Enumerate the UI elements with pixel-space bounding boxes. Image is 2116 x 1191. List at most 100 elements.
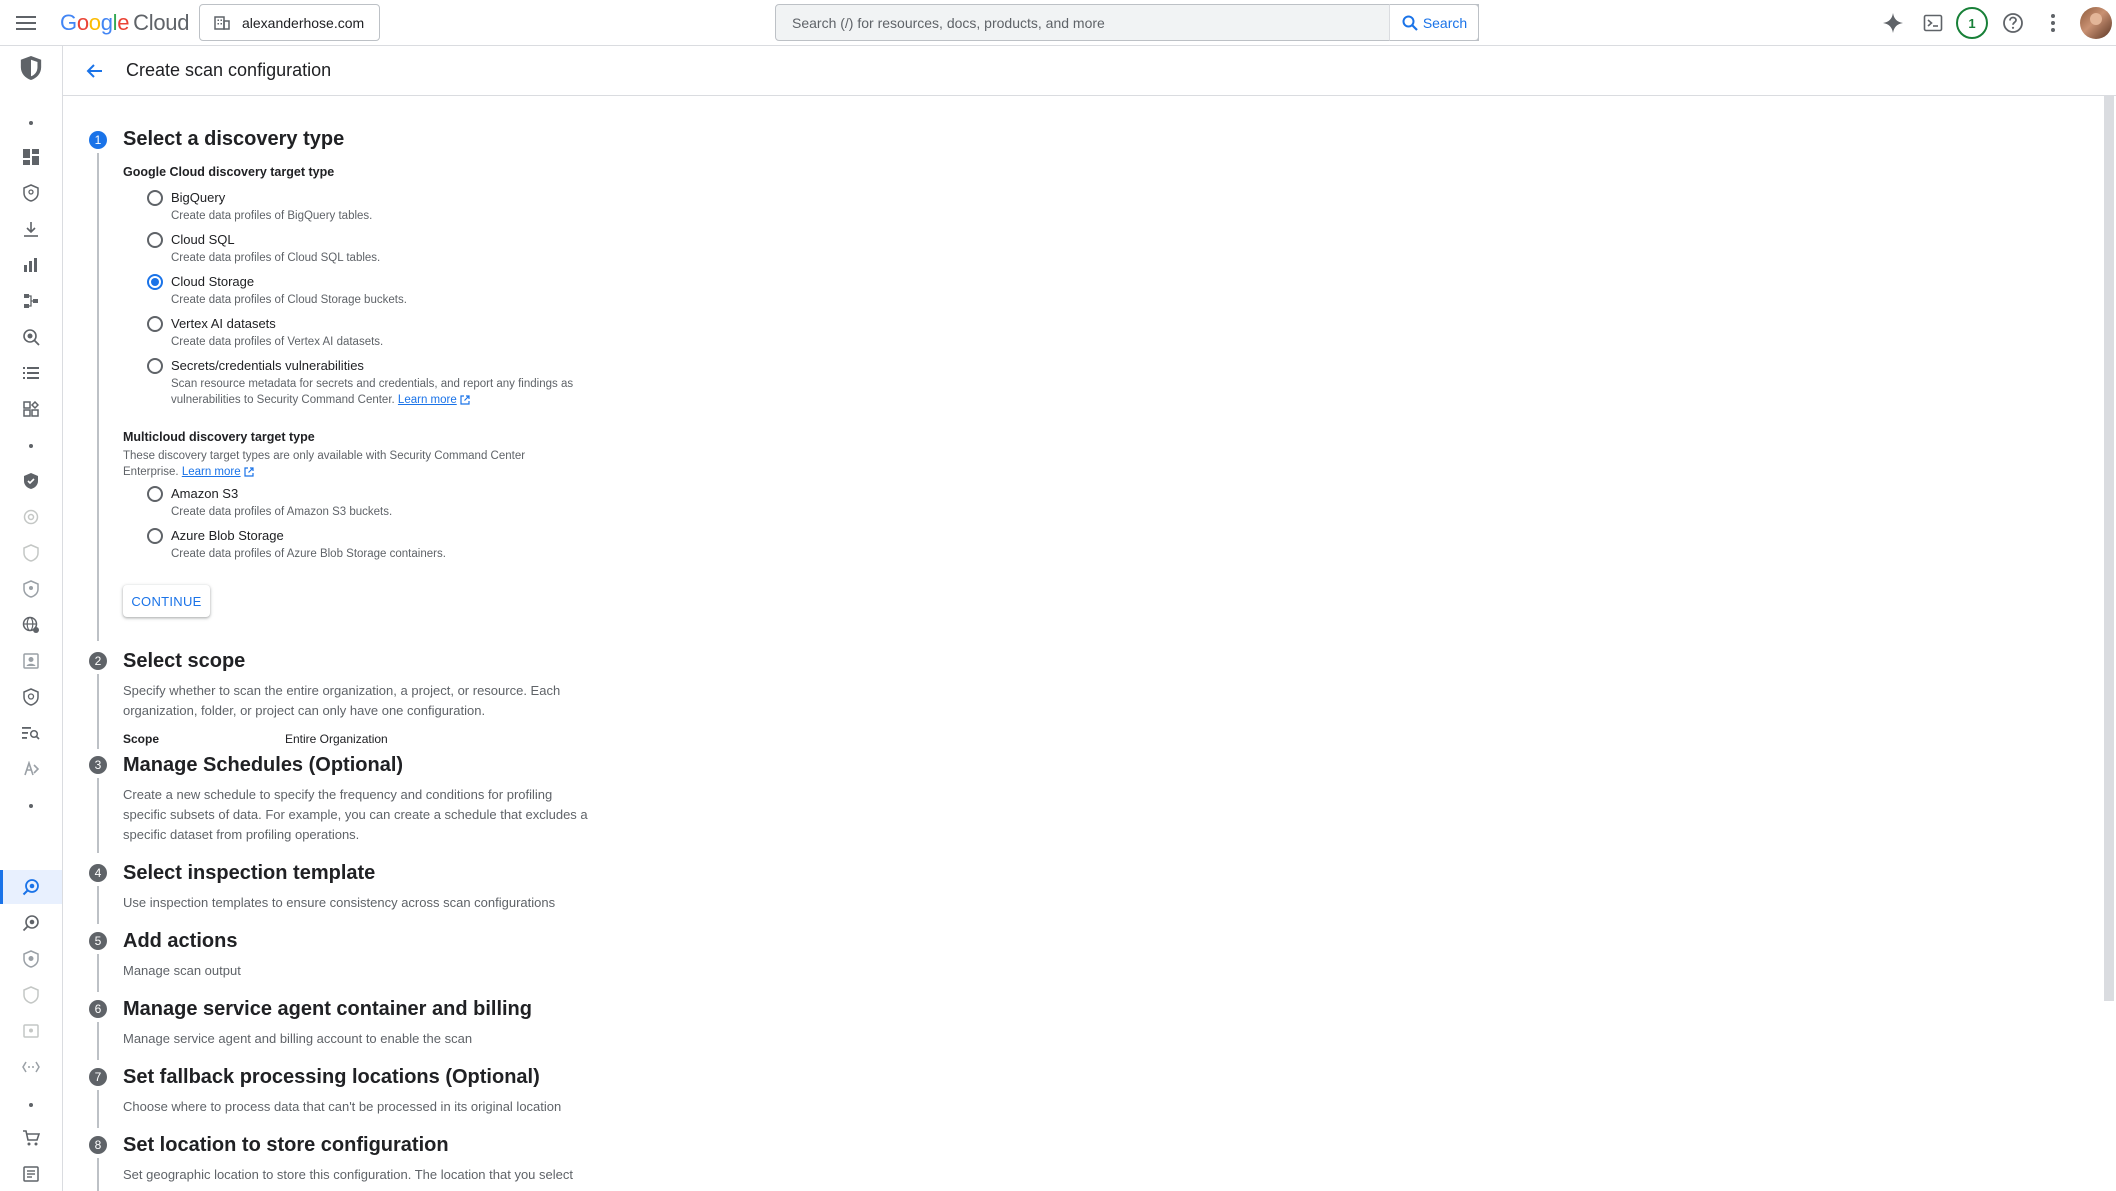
option-label[interactable]: Azure Blob Storage xyxy=(171,528,284,543)
discovery-icon[interactable] xyxy=(19,325,43,349)
rail-divider-dot xyxy=(29,444,33,448)
lineage-icon[interactable] xyxy=(19,289,43,313)
notifications-icon[interactable]: 1 xyxy=(1956,7,1988,39)
learn-more-link[interactable]: Learn more xyxy=(182,466,241,478)
step-number: 2 xyxy=(89,652,107,670)
step-number: 1 xyxy=(89,131,107,149)
scrollbar[interactable] xyxy=(2104,96,2114,1001)
radio-vertex-ai[interactable] xyxy=(147,316,163,332)
list-icon[interactable] xyxy=(19,361,43,385)
option-desc: Create data profiles of Cloud Storage bu… xyxy=(171,294,407,306)
continue-button[interactable]: CONTINUE xyxy=(123,585,210,617)
option-desc: Create data profiles of BigQuery tables. xyxy=(171,210,373,222)
code-icon[interactable] xyxy=(19,1055,43,1079)
sensitive-data-icon[interactable] xyxy=(19,757,43,781)
search-placeholder: Search (/) for resources, docs, products… xyxy=(792,14,1105,31)
dlp-discovery-icon[interactable] xyxy=(19,875,43,899)
shield-check-icon[interactable] xyxy=(19,469,43,493)
radio-bigquery[interactable] xyxy=(147,190,163,206)
step-connector xyxy=(97,954,99,992)
search-button-label: Search xyxy=(1422,14,1468,31)
logo-letter: o xyxy=(88,10,101,35)
step-number: 8 xyxy=(89,1136,107,1154)
radio-secrets[interactable] xyxy=(147,358,163,374)
step-title[interactable]: Manage Schedules (Optional) xyxy=(123,754,403,777)
widgets-icon[interactable] xyxy=(19,397,43,421)
identity-icon[interactable] xyxy=(19,649,43,673)
inspection-icon[interactable] xyxy=(19,911,43,935)
step-number: 3 xyxy=(89,756,107,774)
step-title[interactable]: Add actions xyxy=(123,930,237,953)
step-connector xyxy=(97,778,99,853)
certificate-icon[interactable] xyxy=(19,1019,43,1043)
cloud-shell-icon[interactable] xyxy=(1921,11,1945,35)
log-search-icon[interactable] xyxy=(19,721,43,745)
search-input[interactable]: Search (/) for resources, docs, products… xyxy=(775,4,1479,41)
notification-count: 1 xyxy=(1968,15,1976,31)
radio-cloud-storage[interactable] xyxy=(147,274,163,290)
dashboard-icon[interactable] xyxy=(19,145,43,169)
avatar[interactable] xyxy=(2080,7,2112,39)
gcp-target-type-label: Google Cloud discovery target type xyxy=(123,165,335,179)
option-label[interactable]: Vertex AI datasets xyxy=(171,316,276,331)
step-title[interactable]: Set location to store configuration xyxy=(123,1134,449,1157)
back-arrow-icon[interactable] xyxy=(83,59,107,83)
more-vert-icon[interactable] xyxy=(2041,11,2065,35)
help-icon[interactable] xyxy=(2001,11,2025,35)
marketplace-icon[interactable] xyxy=(19,1126,43,1150)
step-title[interactable]: Set fallback processing locations (Optio… xyxy=(123,1066,540,1089)
learn-more-link[interactable]: Learn more xyxy=(398,394,457,406)
analytics-icon[interactable] xyxy=(19,253,43,277)
step-title[interactable]: Select a discovery type xyxy=(123,128,344,151)
radio-azure-blob[interactable] xyxy=(147,528,163,544)
gemini-icon[interactable] xyxy=(1881,11,1905,35)
step-connector xyxy=(97,1158,99,1191)
policy-icon[interactable] xyxy=(19,181,43,205)
network-security-icon[interactable] xyxy=(19,613,43,637)
step-desc: Manage service agent and billing account… xyxy=(123,1031,473,1046)
option-desc: Scan resource metadata for secrets and c… xyxy=(171,376,601,408)
step-title[interactable]: Select inspection template xyxy=(123,862,375,885)
step-connector xyxy=(97,886,99,924)
step-desc: Manage scan output xyxy=(123,963,241,978)
rail-divider-dot xyxy=(29,1103,33,1107)
badge-icon[interactable] xyxy=(19,947,43,971)
left-nav-rail xyxy=(0,46,63,1191)
google-cloud-logo[interactable]: Google Cloud xyxy=(60,10,189,36)
organization-icon xyxy=(214,15,230,30)
step-title[interactable]: Manage service agent container and billi… xyxy=(123,998,532,1021)
logo-letter: g xyxy=(100,10,113,35)
download-icon[interactable] xyxy=(19,217,43,241)
option-label[interactable]: Cloud Storage xyxy=(171,274,254,289)
radio-cloud-sql[interactable] xyxy=(147,232,163,248)
protection-icon[interactable] xyxy=(19,577,43,601)
step-connector xyxy=(97,1022,99,1060)
scope-key: Scope xyxy=(123,732,160,746)
rail-divider-dot xyxy=(29,804,33,808)
step-title[interactable]: Select scope xyxy=(123,650,245,673)
release-notes-icon[interactable] xyxy=(19,1162,43,1186)
radio-amazon-s3[interactable] xyxy=(147,486,163,502)
shield-outline-icon[interactable] xyxy=(19,541,43,565)
option-label[interactable]: Secrets/credentials vulnerabilities xyxy=(171,358,364,373)
option-desc-text: Scan resource metadata for secrets and c… xyxy=(171,378,574,406)
option-desc: Create data profiles of Amazon S3 bucket… xyxy=(171,506,393,518)
option-label[interactable]: BigQuery xyxy=(171,190,225,205)
multicloud-desc: These discovery target types are only av… xyxy=(123,448,563,480)
option-label[interactable]: Cloud SQL xyxy=(171,232,235,247)
rail-divider-dot xyxy=(29,121,33,125)
top-bar: Google Cloud alexanderhose.com Search (/)… xyxy=(0,0,2116,46)
privacy-icon[interactable] xyxy=(19,505,43,529)
step-connector xyxy=(97,1090,99,1128)
page-title: Create scan configuration xyxy=(126,60,332,80)
search-button[interactable]: Search xyxy=(1389,4,1479,41)
security-shield-icon[interactable] xyxy=(19,56,43,80)
org-name: alexanderhose.com xyxy=(242,14,365,31)
open-in-new-icon xyxy=(244,467,254,477)
menu-icon[interactable] xyxy=(16,12,38,34)
shield-lock-icon[interactable] xyxy=(19,983,43,1007)
option-label[interactable]: Amazon S3 xyxy=(171,486,238,501)
option-desc: Create data profiles of Azure Blob Stora… xyxy=(171,548,446,560)
org-picker[interactable]: alexanderhose.com xyxy=(199,4,380,41)
security-policy-icon[interactable] xyxy=(19,685,43,709)
